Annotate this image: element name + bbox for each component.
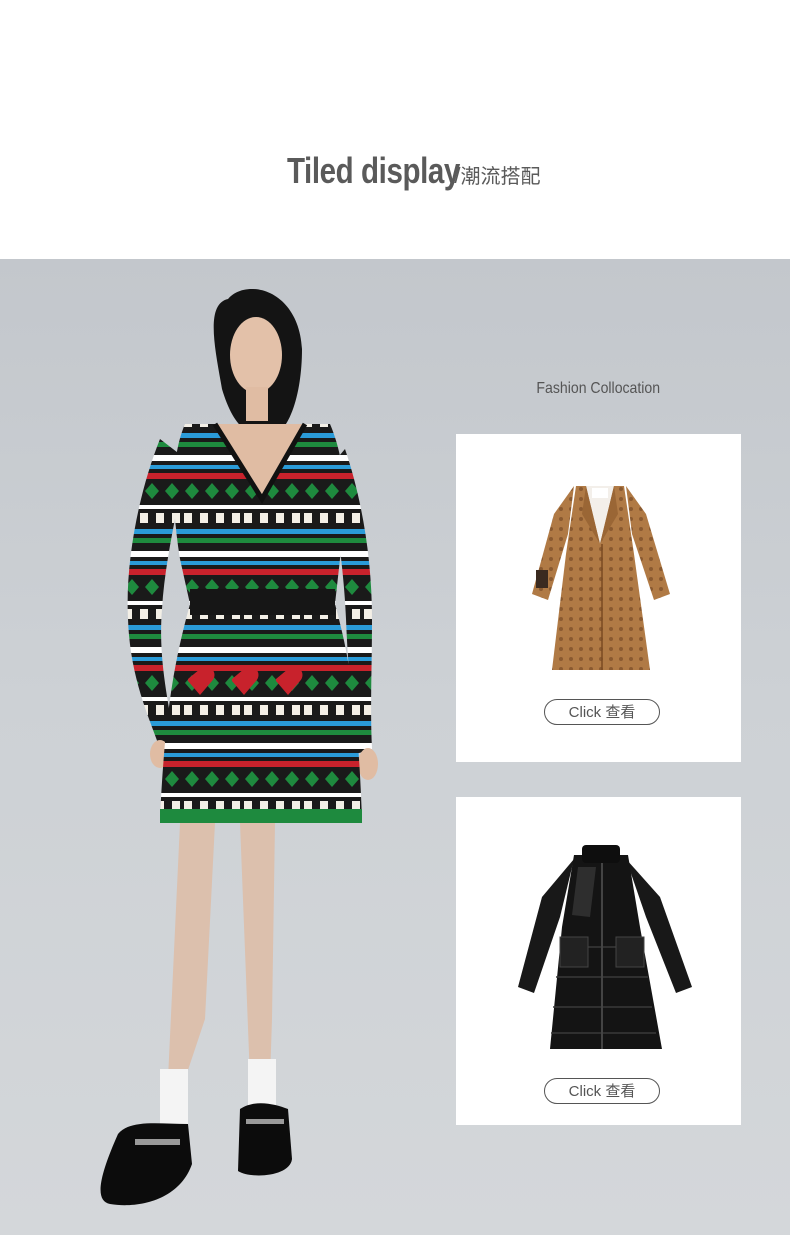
view-camel-coat-button[interactable]: Click 查看 [544, 699, 660, 725]
title-chinese: 潮流搭配 [460, 164, 541, 188]
title-english: Tiled display [287, 150, 461, 191]
black-coat-image [518, 845, 692, 1049]
camel-coat-image [532, 486, 670, 670]
model-photo [100, 289, 378, 1206]
fashion-collocation-label: Fashion Collocation [536, 380, 661, 397]
section-title: Tiled display/潮流搭配 [0, 150, 790, 192]
view-black-coat-button[interactable]: Click 查看 [544, 1078, 660, 1104]
page-header: Tiled display/潮流搭配 [0, 0, 790, 259]
product-card-black-coat[interactable]: Click 查看 [456, 797, 741, 1125]
product-card-camel-coat[interactable]: Click 查看 [456, 434, 741, 762]
lookbook-stage: Fashion Collocation Click 查看 Click 查看 [0, 259, 790, 1235]
